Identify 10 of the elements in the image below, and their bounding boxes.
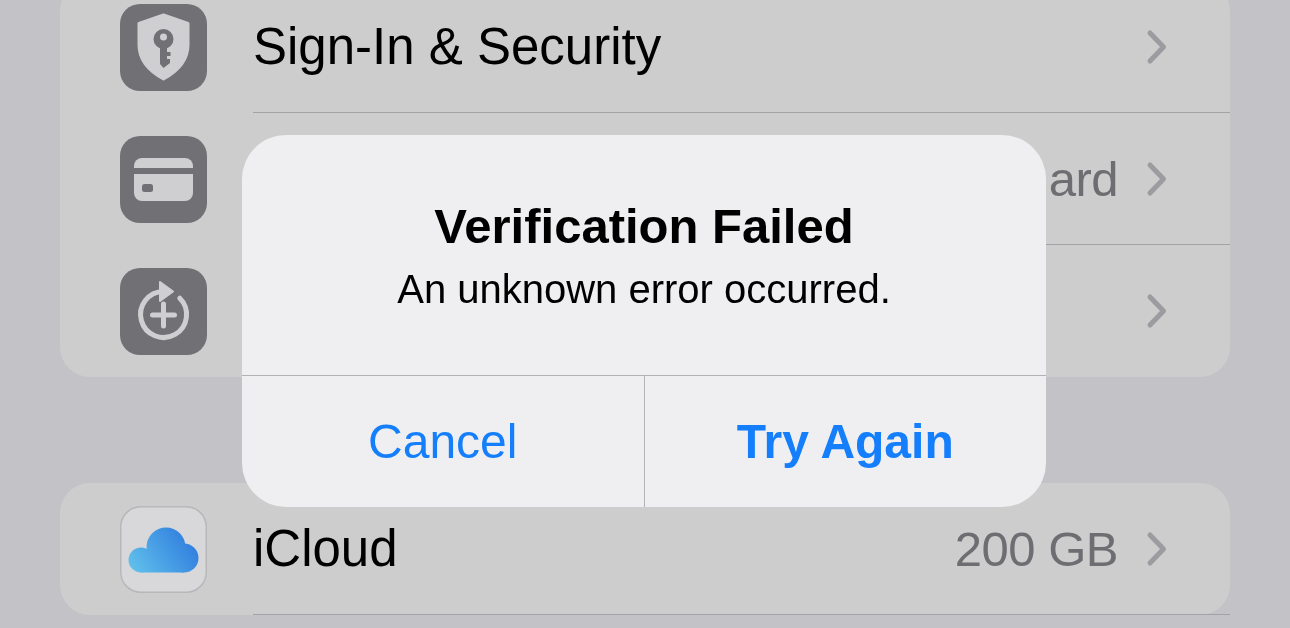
setting-label[interactable]: iCloud xyxy=(253,519,398,578)
alert-message: An unknown error occurred. xyxy=(396,266,892,313)
setting-value: 200 GB xyxy=(954,520,1118,577)
alert-title: Verification Failed xyxy=(433,198,855,255)
circular-arrow-plus-icon xyxy=(120,267,207,355)
setting-label[interactable]: Sign-In & Security xyxy=(253,17,662,76)
credit-card-icon xyxy=(120,135,207,223)
shield-key-icon xyxy=(120,3,207,91)
setting-value: ard xyxy=(1048,150,1118,207)
cloud-icon xyxy=(120,505,207,593)
